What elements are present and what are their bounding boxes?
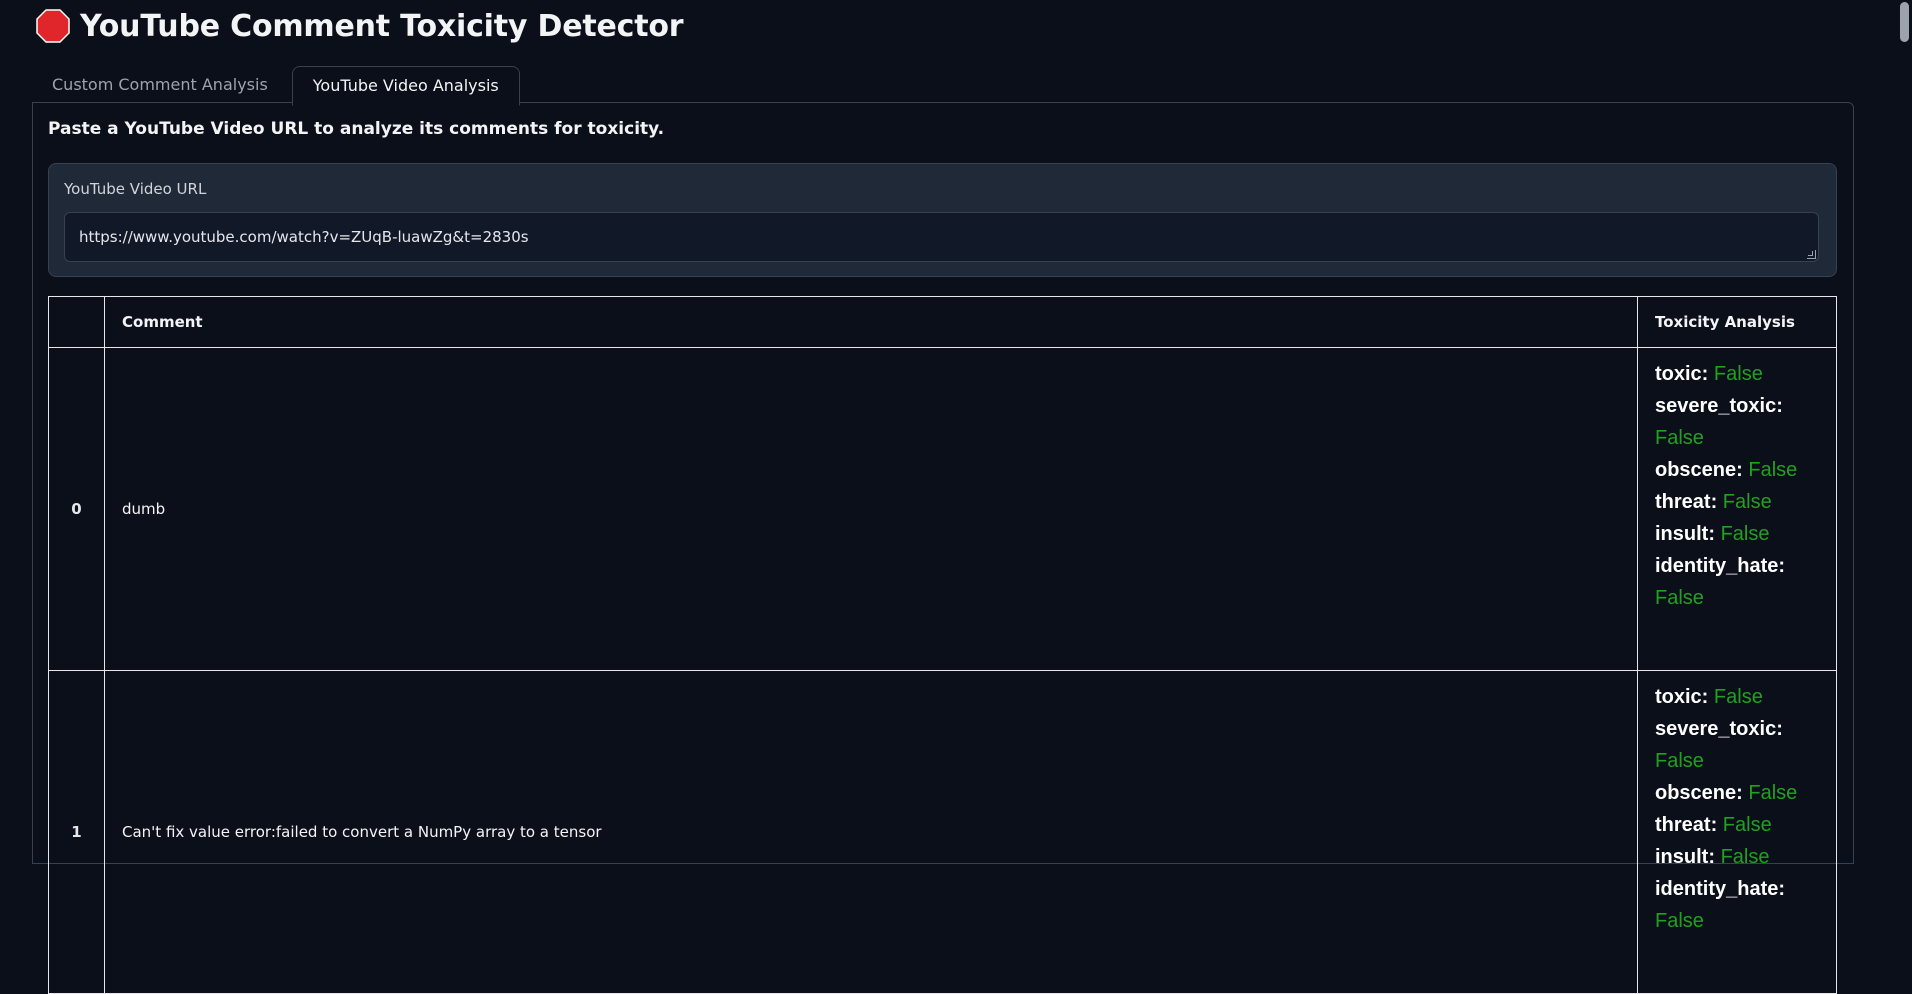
table-row: 0 dumb toxic: False severe_toxic: False …	[48, 347, 1837, 671]
analysis-cell: toxic: False severe_toxic: False obscene…	[1637, 670, 1837, 994]
metric-obscene: obscene: False	[1655, 777, 1824, 809]
url-field-label: YouTube Video URL	[64, 180, 207, 198]
metric-identity-hate: identity_hate: False	[1655, 550, 1824, 614]
metric-insult: insult: False	[1655, 518, 1824, 550]
analysis-cell: toxic: False severe_toxic: False obscene…	[1637, 347, 1837, 671]
url-input[interactable]: https://www.youtube.com/watch?v=ZUqB-lua…	[64, 212, 1819, 262]
metric-value: False	[1655, 910, 1704, 932]
metric-label: insult:	[1655, 523, 1715, 545]
metric-label: toxic:	[1655, 686, 1709, 708]
header-comment: Comment	[104, 296, 1638, 348]
metric-identity-hate: identity_hate: False	[1655, 873, 1824, 937]
metric-value: False	[1713, 686, 1763, 708]
table-row: 1 Can't fix value error:failed to conver…	[48, 670, 1837, 994]
metric-label: identity_hate:	[1655, 555, 1786, 577]
metric-label: toxic:	[1655, 363, 1709, 385]
scrollbar-thumb[interactable]	[1900, 2, 1909, 42]
metric-label: severe_toxic:	[1655, 395, 1783, 417]
metric-value: False	[1722, 814, 1772, 836]
page-scrollbar[interactable]	[1896, 0, 1912, 848]
row-index: 1	[48, 670, 105, 994]
metric-value: False	[1655, 750, 1704, 772]
results-table: Comment Toxicity Analysis 0 dumb toxic: …	[48, 296, 1837, 994]
metric-severe-toxic: severe_toxic: False	[1655, 713, 1824, 777]
tab-panel: Paste a YouTube Video URL to analyze its…	[32, 102, 1854, 994]
comment-cell: Can't fix value error:failed to convert …	[104, 670, 1638, 994]
metric-toxic: toxic: False	[1655, 358, 1824, 390]
header-toxicity-analysis: Toxicity Analysis	[1637, 296, 1837, 348]
metric-value: False	[1655, 427, 1704, 449]
metric-label: obscene:	[1655, 459, 1743, 481]
metric-threat: threat: False	[1655, 486, 1824, 518]
metric-value: False	[1713, 363, 1763, 385]
metric-value: False	[1720, 846, 1770, 868]
page-title: YouTube Comment Toxicity Detector	[80, 8, 684, 44]
comment-cell: dumb	[104, 347, 1638, 671]
metric-obscene: obscene: False	[1655, 454, 1824, 486]
metric-toxic: toxic: False	[1655, 681, 1824, 713]
tab-custom-comment-analysis[interactable]: Custom Comment Analysis	[32, 66, 288, 104]
metric-label: severe_toxic:	[1655, 718, 1783, 740]
table-header-row: Comment Toxicity Analysis	[48, 296, 1837, 348]
tab-bar: Custom Comment Analysis YouTube Video An…	[32, 66, 520, 106]
metric-label: threat:	[1655, 491, 1718, 513]
metric-value: False	[1720, 523, 1770, 545]
metric-severe-toxic: severe_toxic: False	[1655, 390, 1824, 454]
metric-value: False	[1748, 782, 1798, 804]
row-index: 0	[48, 347, 105, 671]
stop-sign-icon	[36, 9, 70, 43]
url-field-block: YouTube Video URL https://www.youtube.co…	[48, 163, 1837, 277]
metric-label: insult:	[1655, 846, 1715, 868]
metric-value: False	[1655, 587, 1704, 609]
app-header: YouTube Comment Toxicity Detector	[36, 4, 684, 48]
metric-label: identity_hate:	[1655, 878, 1786, 900]
instructions-text: Paste a YouTube Video URL to analyze its…	[48, 119, 665, 139]
metric-insult: insult: False	[1655, 841, 1824, 873]
metric-label: obscene:	[1655, 782, 1743, 804]
metric-threat: threat: False	[1655, 809, 1824, 841]
metric-value: False	[1748, 459, 1798, 481]
header-index	[48, 296, 105, 348]
metric-label: threat:	[1655, 814, 1718, 836]
metric-value: False	[1722, 491, 1772, 513]
tab-youtube-video-analysis[interactable]: YouTube Video Analysis	[291, 66, 520, 106]
